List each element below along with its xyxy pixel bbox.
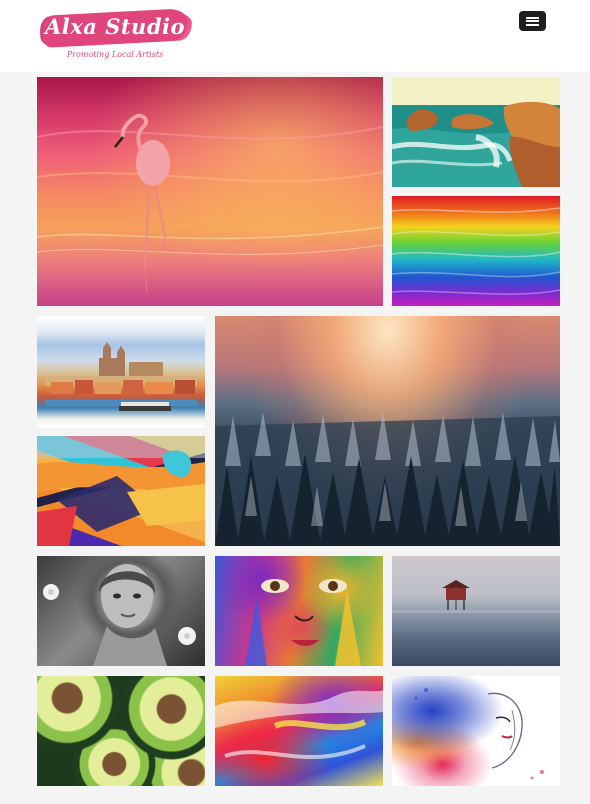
gallery-item-flamingo[interactable] bbox=[37, 77, 383, 306]
hamburger-menu-icon bbox=[526, 16, 539, 26]
menu-button[interactable] bbox=[519, 11, 546, 31]
abstract-paint-artwork bbox=[215, 690, 383, 760]
hut-artwork bbox=[392, 580, 560, 613]
gallery-item-forest[interactable] bbox=[215, 316, 560, 546]
logo-title: Alxa Studio bbox=[44, 14, 185, 39]
avocado-artwork bbox=[37, 676, 205, 786]
gallery-item-coast[interactable] bbox=[392, 77, 560, 187]
logo-tagline: Promoting Local Artists bbox=[66, 50, 164, 59]
coast-artwork bbox=[392, 77, 560, 187]
face-paint-artwork bbox=[245, 579, 361, 666]
portrait-artwork bbox=[43, 564, 196, 666]
rainbow-strokes bbox=[392, 207, 560, 295]
gallery-item-avocado[interactable] bbox=[37, 676, 205, 786]
gallery-item-rainbow[interactable] bbox=[392, 196, 560, 306]
city-artwork bbox=[45, 342, 197, 411]
gallery-item-portrait[interactable] bbox=[37, 556, 205, 666]
gallery-item-face-paint[interactable] bbox=[215, 556, 383, 666]
gallery-item-abstract-paint[interactable] bbox=[215, 676, 383, 786]
gallery-item-hut[interactable] bbox=[392, 556, 560, 666]
watercolor-artwork bbox=[414, 688, 544, 780]
gallery-item-city[interactable] bbox=[37, 316, 205, 428]
site-logo[interactable]: Alxa Studio Promoting Local Artists bbox=[40, 6, 190, 62]
site-header: Alxa Studio Promoting Local Artists bbox=[0, 0, 590, 72]
graffiti-artwork bbox=[37, 436, 205, 546]
gallery-item-graffiti[interactable] bbox=[37, 436, 205, 546]
forest-artwork bbox=[215, 412, 560, 546]
flamingo-artwork bbox=[37, 113, 383, 293]
gallery-item-watercolor[interactable] bbox=[392, 676, 560, 786]
